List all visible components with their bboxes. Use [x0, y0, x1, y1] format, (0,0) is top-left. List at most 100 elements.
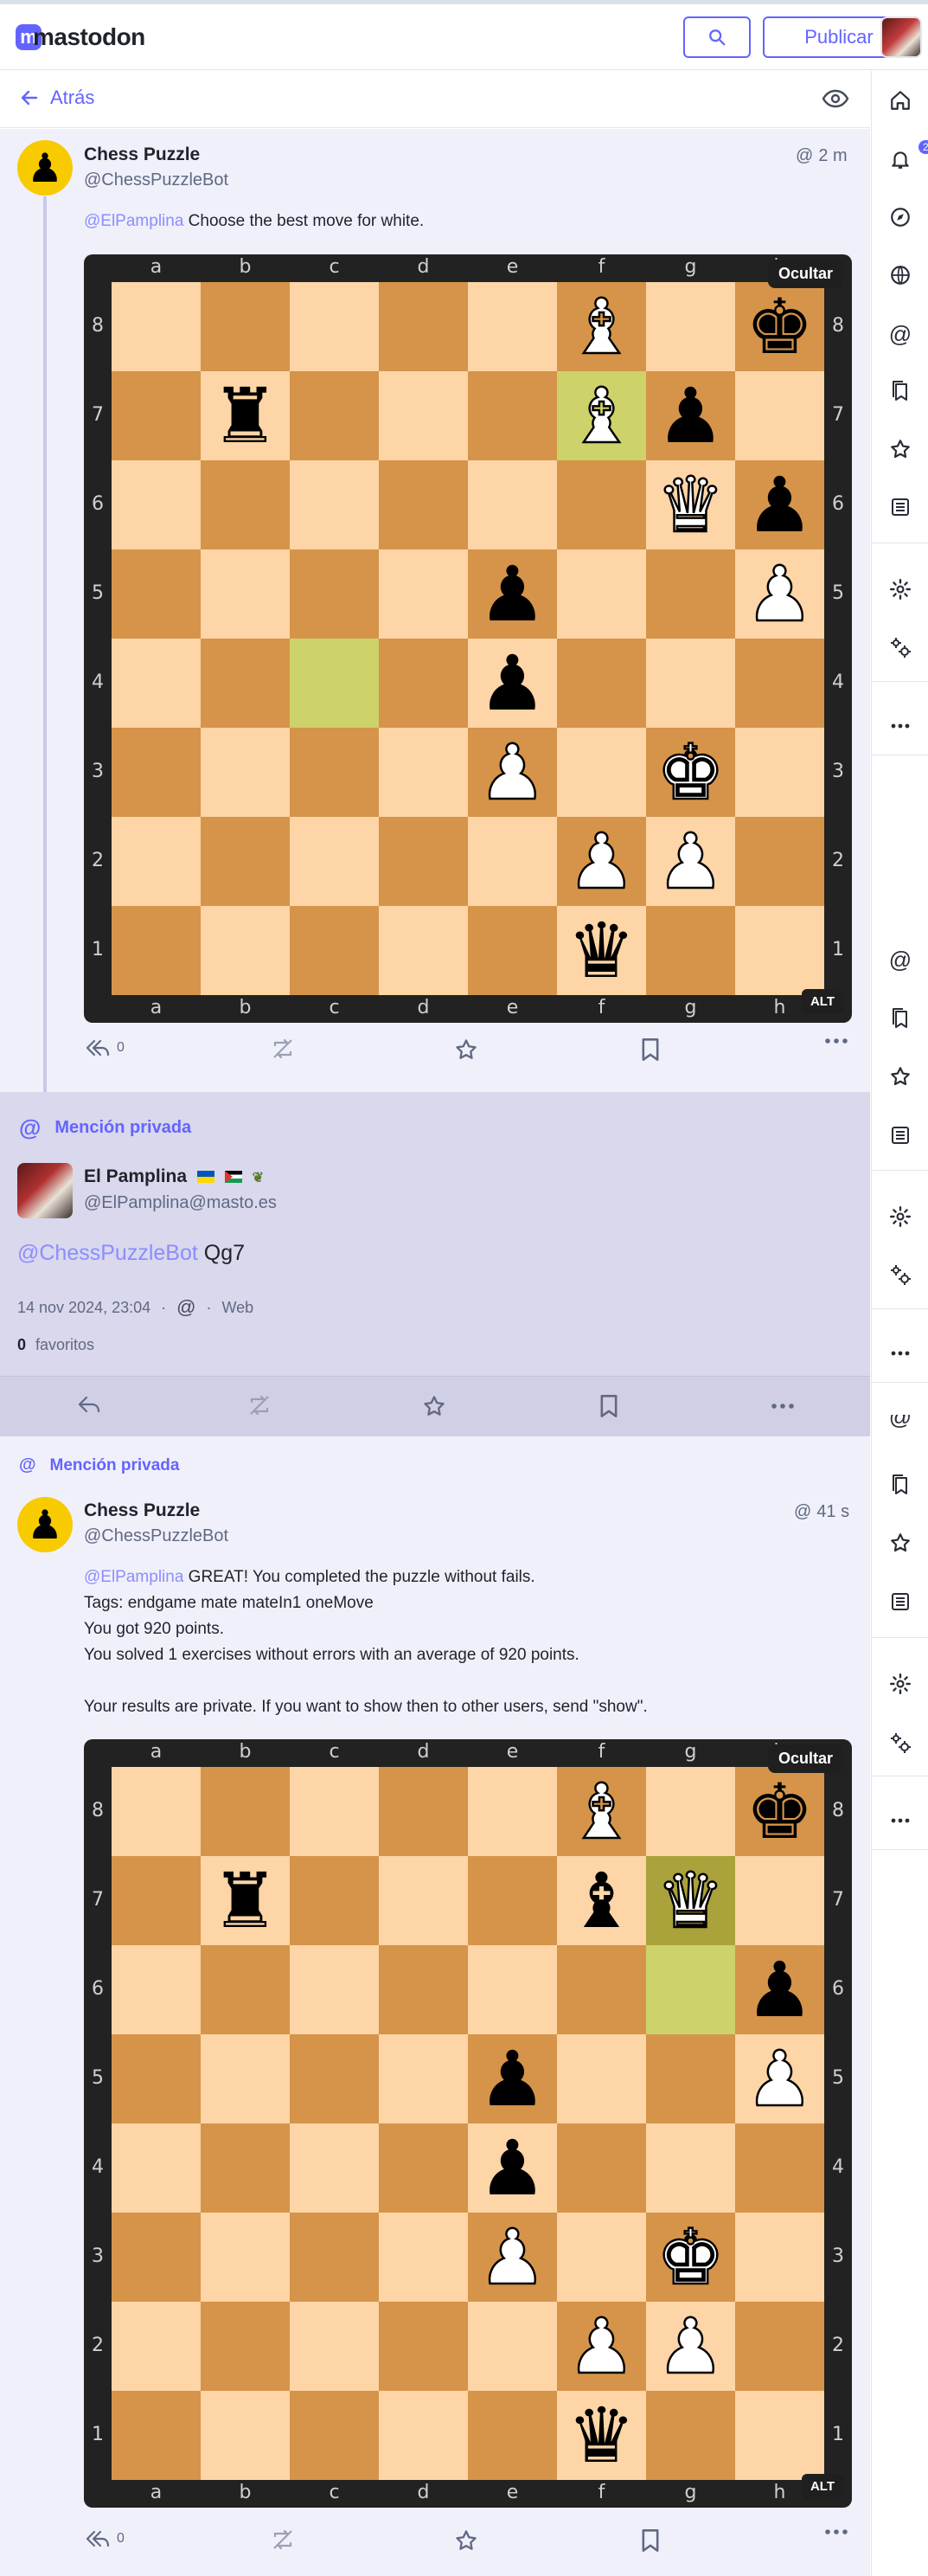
avatar[interactable]: ♟: [17, 140, 73, 196]
preferences-icon[interactable]: [888, 577, 912, 601]
square-f3: [557, 728, 646, 817]
mentions-icon[interactable]: @: [888, 947, 912, 973]
square-g2: ♟: [646, 2302, 735, 2391]
text-line-2: Tags: endgame mate mateIn1 oneMove: [84, 1594, 374, 1612]
explore-icon[interactable]: [888, 205, 912, 229]
bookmarks-icon[interactable]: [888, 379, 912, 403]
timestamp[interactable]: @ 2 m: [796, 146, 848, 166]
mentions-icon[interactable]: @: [888, 321, 912, 347]
private-mention-label: @ Mención privada: [19, 1455, 179, 1475]
mastodon-logo[interactable]: m mastodon: [16, 20, 145, 55]
settings-cogs-icon[interactable]: [888, 1262, 912, 1287]
bookmark-button[interactable]: [598, 1394, 619, 1418]
boost-button[interactable]: [270, 2528, 296, 2551]
favourite-button[interactable]: [454, 1037, 478, 1062]
search-button[interactable]: [683, 16, 751, 58]
home-icon[interactable]: [888, 88, 912, 112]
avatar[interactable]: ♟: [17, 1497, 73, 1552]
lists-icon[interactable]: [888, 495, 912, 519]
handle[interactable]: @ChessPuzzleBot: [84, 1526, 228, 1546]
reply-button[interactable]: 0: [84, 2528, 125, 2549]
preferences-icon[interactable]: [888, 1204, 912, 1229]
rank-label: 1: [832, 939, 844, 960]
user-avatar[interactable]: [880, 16, 922, 58]
settings-cogs-icon[interactable]: [888, 1731, 912, 1755]
rank-label: 8: [832, 315, 844, 337]
chess-board-image[interactable]: ♝♚♜♝♟♛♟♟♟♟♟♚♟♟♛ aabbccddeeffgghh88776655…: [84, 254, 852, 1023]
file-label: e: [506, 997, 519, 1018]
square-c5: [290, 2034, 379, 2123]
handle[interactable]: @ChessPuzzleBot: [84, 170, 228, 190]
settings-cogs-icon[interactable]: [888, 635, 912, 659]
notifications-icon[interactable]: 2: [888, 140, 928, 171]
mention-link[interactable]: @ElPamplina: [84, 212, 183, 230]
file-label: d: [417, 2482, 430, 2503]
mention-link[interactable]: @ElPamplina: [84, 1568, 183, 1586]
favourite-button[interactable]: [422, 1394, 446, 1418]
square-f8: ♝: [557, 282, 646, 371]
text-line-4: You solved 1 exercises without errors wi…: [84, 1646, 579, 1664]
timestamp[interactable]: @ 41 s: [794, 1502, 849, 1522]
boost-button[interactable]: [246, 1394, 272, 1416]
hide-media-button[interactable]: Ocultar: [767, 260, 843, 288]
more-button[interactable]: [771, 1403, 794, 1410]
more-icon[interactable]: [888, 714, 912, 738]
square-f5: [557, 2034, 646, 2123]
bookmark-button[interactable]: [640, 1037, 661, 1062]
display-name[interactable]: Chess Puzzle: [84, 145, 200, 165]
reply-button[interactable]: 0: [84, 1037, 125, 1058]
thread-line: [43, 196, 47, 1092]
avatar[interactable]: [17, 1163, 73, 1218]
bookmark-button[interactable]: [640, 2528, 661, 2553]
more-icon[interactable]: [888, 1808, 912, 1833]
square-a6: [112, 460, 201, 549]
square-d5: [379, 2034, 468, 2123]
square-c8: [290, 282, 379, 371]
mention-link[interactable]: @ChessPuzzleBot: [17, 1241, 198, 1265]
globe-icon[interactable]: [888, 263, 912, 287]
reply-button[interactable]: [76, 1394, 102, 1415]
chess-board-image[interactable]: ♝♚♜♝♛♟♟♟♟♟♚♟♟♛ aabbccddeeffgghh887766554…: [84, 1739, 852, 2508]
square-h4: [735, 2123, 824, 2213]
boost-button[interactable]: [270, 1037, 296, 1060]
alt-badge[interactable]: ALT: [801, 989, 843, 1014]
more-button[interactable]: [825, 1037, 848, 1044]
more-icon: [771, 1404, 794, 1409]
rank-label: 3: [92, 2245, 104, 2267]
mentions-icon[interactable]: @: [888, 1415, 912, 1430]
handle[interactable]: @ElPamplina@masto.es: [84, 1193, 277, 1213]
logo-text: mastodon: [33, 23, 145, 50]
more-icon[interactable]: [888, 1341, 912, 1365]
status-date[interactable]: 14 nov 2024, 23:04: [17, 1299, 150, 1317]
back-button[interactable]: Atrás: [19, 87, 94, 109]
bookmarks-icon[interactable]: [888, 1473, 912, 1497]
rank-label: 4: [832, 2156, 844, 2178]
chess-piece: ♟: [656, 370, 725, 460]
preferences-icon[interactable]: [888, 1672, 912, 1696]
square-h8: ♚: [735, 282, 824, 371]
square-d6: [379, 1945, 468, 2034]
more-button[interactable]: [825, 2528, 848, 2535]
board-squares: ♝ ♚ ♜ ♝ ♛ ♟ ♟ ♟ ♟ ♟ ♚ ♟ ♟ ♛: [112, 1767, 824, 2480]
eye-icon[interactable]: [822, 88, 849, 113]
display-name[interactable]: Chess Puzzle: [84, 1500, 200, 1521]
favourite-button[interactable]: [454, 2528, 478, 2553]
bookmarks-icon[interactable]: [888, 1006, 912, 1031]
favourites-count[interactable]: 0 favoritos: [17, 1336, 94, 1354]
alt-badge[interactable]: ALT: [801, 2474, 843, 2499]
file-label: e: [506, 1741, 519, 1763]
hide-media-button[interactable]: Ocultar: [767, 1744, 843, 1773]
lists-icon[interactable]: [888, 1590, 912, 1614]
file-label: f: [598, 997, 605, 1018]
square-d2: [379, 817, 468, 906]
favourites-icon[interactable]: [888, 1531, 912, 1555]
favourites-icon[interactable]: [888, 1064, 912, 1089]
square-e8: [468, 1767, 557, 1856]
rank-label: 4: [92, 671, 104, 693]
favourites-icon[interactable]: [888, 437, 912, 461]
boost-disabled-icon: [273, 1038, 292, 1059]
display-name[interactable]: El Pamplina ❦: [84, 1166, 264, 1187]
square-g1: [646, 906, 735, 995]
rank-label: 1: [92, 939, 104, 960]
lists-icon[interactable]: [888, 1123, 912, 1147]
